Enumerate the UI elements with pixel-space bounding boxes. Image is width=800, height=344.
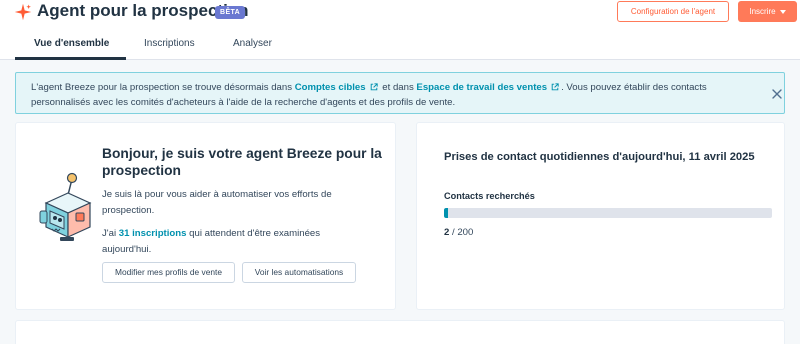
external-link-icon <box>551 83 559 91</box>
alert-text-middle: et dans <box>379 82 417 93</box>
tab-overview[interactable]: Vue d'ensemble <box>34 38 109 49</box>
close-icon[interactable] <box>771 88 783 100</box>
edit-sales-profiles-button[interactable]: Modifier mes profils de vente <box>102 262 235 283</box>
page-header: Agent pour la prospection BÊTA Configura… <box>0 0 800 60</box>
beta-badge: BÊTA <box>215 6 246 19</box>
contacts-progress-count: 2 / 200 <box>444 227 473 238</box>
daily-outreach-card: Prises de contact quotidiennes d'aujourd… <box>416 122 785 310</box>
external-link-icon <box>370 83 378 91</box>
breeze-spark-icon <box>14 3 32 21</box>
caret-down-icon <box>779 9 786 14</box>
tab-enrollments[interactable]: Inscriptions <box>144 38 195 49</box>
tab-bar: Vue d'ensemble Inscriptions Analyser <box>0 33 800 60</box>
sales-workspace-link[interactable]: Espace de travail des ventes <box>416 82 547 93</box>
info-alert: L'agent Breeze pour la prospection se tr… <box>15 72 785 114</box>
progress-fill <box>444 208 448 218</box>
alert-text-start: L'agent Breeze pour la prospection se tr… <box>31 82 295 93</box>
target-accounts-link[interactable]: Comptes cibles <box>295 82 366 93</box>
alert-message: L'agent Breeze pour la prospection se tr… <box>31 81 756 110</box>
main-content: L'agent Breeze pour la prospection se tr… <box>0 60 800 344</box>
enroll-button-label: Inscrire <box>749 7 776 16</box>
pending-enrollments-link[interactable]: 31 inscriptions <box>119 228 187 239</box>
contacts-progress-bar <box>444 208 772 218</box>
agent-greeting-heading: Bonjour, je suis votre agent Breeze pour… <box>102 146 382 178</box>
next-card <box>15 320 785 344</box>
pending-prefix: J'ai <box>102 228 119 239</box>
agent-intro-text: Je suis là pour vous aider à automatiser… <box>102 189 332 216</box>
agent-welcome-card: Bonjour, je suis votre agent Breeze pour… <box>15 122 396 310</box>
total-count: 200 <box>457 227 474 238</box>
tab-analyze[interactable]: Analyser <box>233 38 272 49</box>
pending-enrollments-text: J'ai 31 inscriptions qui attendent d'êtr… <box>102 226 352 257</box>
daily-outreach-title: Prises de contact quotidiennes d'aujourd… <box>444 151 755 163</box>
contacts-researched-label: Contacts recherchés <box>444 191 535 201</box>
robot-agent-icon <box>39 172 92 241</box>
agent-configuration-button[interactable]: Configuration de l'agent <box>617 1 729 22</box>
view-automations-button[interactable]: Voir les automatisations <box>242 262 356 283</box>
enroll-dropdown-button[interactable]: Inscrire <box>738 1 797 22</box>
